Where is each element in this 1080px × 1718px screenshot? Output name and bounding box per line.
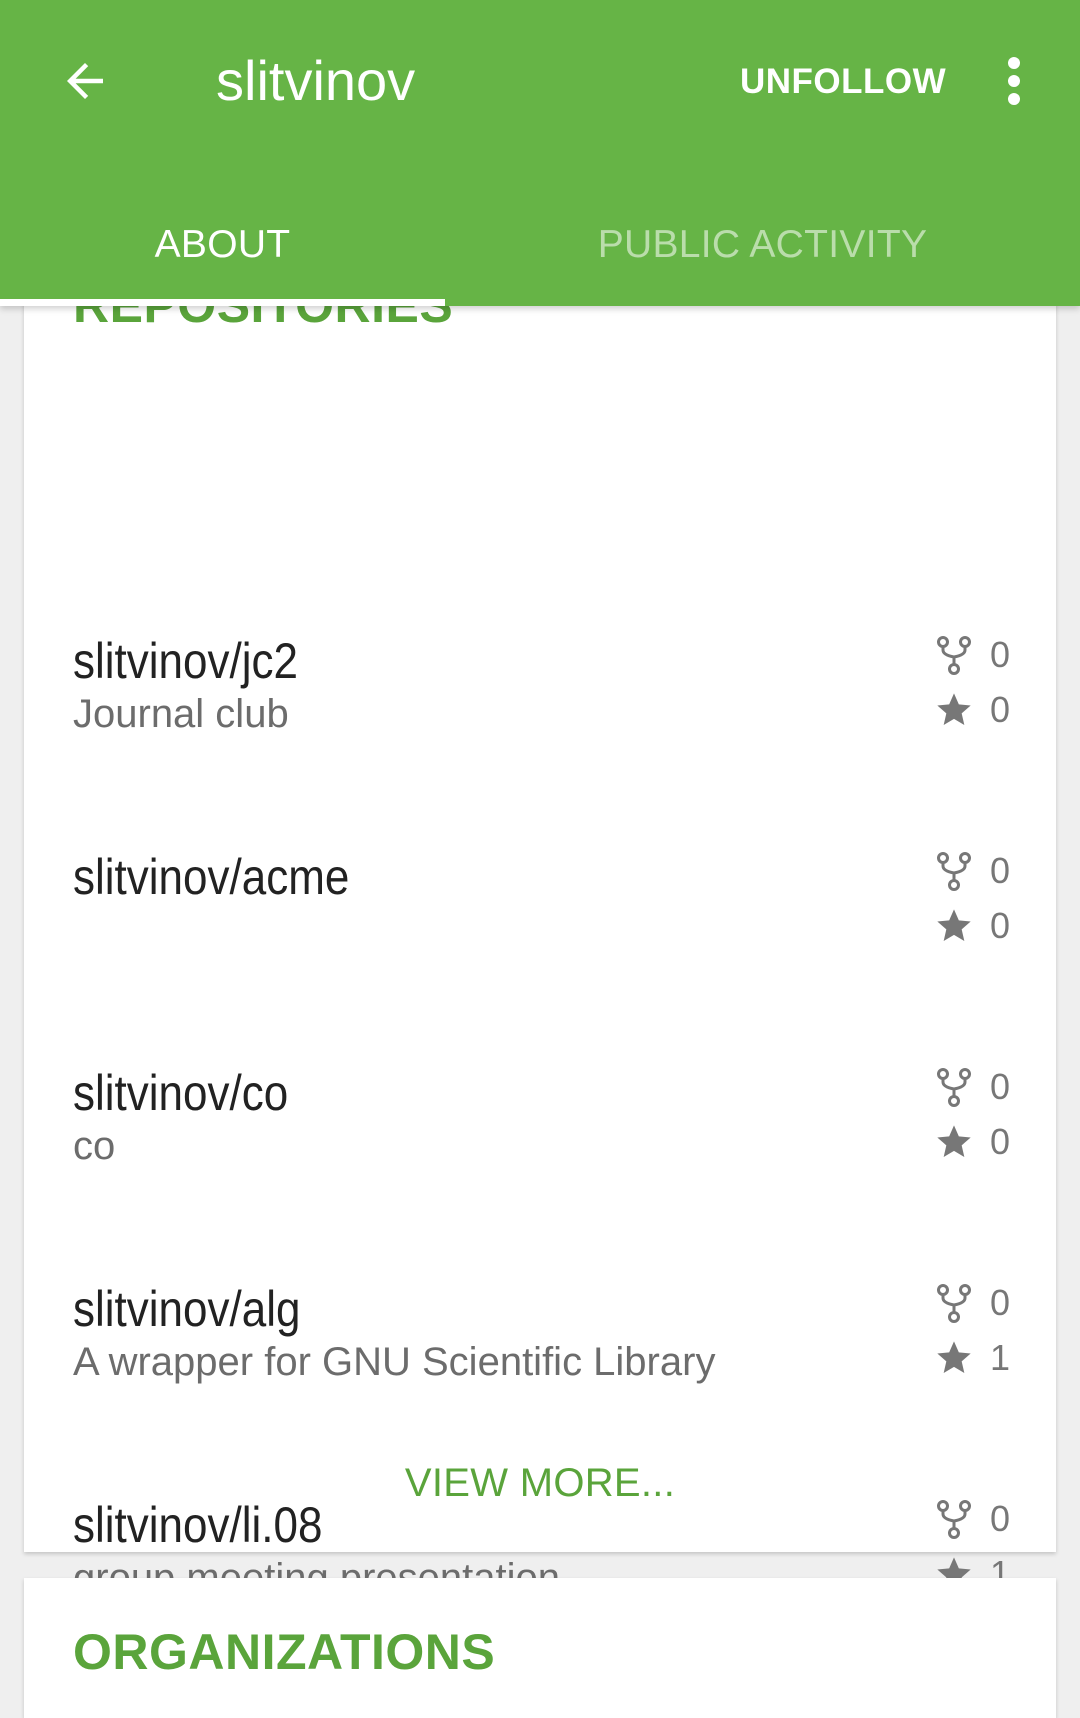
more-vert-icon	[1008, 57, 1020, 105]
repo-name: slitvinov/alg	[73, 1281, 301, 1337]
arrow-left-icon	[67, 63, 103, 99]
fork-icon	[932, 849, 976, 893]
star-icon	[932, 1336, 976, 1380]
star-count: 0	[932, 901, 1010, 951]
fork-icon	[932, 633, 976, 677]
repo-item[interactable]: slitvinov/jc2 Journal club 0 0	[24, 633, 1056, 842]
organizations-section-title: ORGANIZATIONS	[73, 1624, 496, 1680]
fork-count-value: 0	[990, 850, 1011, 891]
organizations-card: ORGANIZATIONS	[24, 1578, 1056, 1718]
app-bar: slitvinov UNFOLLOW ABOUT PUBLIC ACTIVITY	[0, 0, 1080, 306]
fork-icon	[932, 1281, 976, 1325]
repo-name: slitvinov/co	[73, 1065, 289, 1121]
repo-description: Journal club	[73, 692, 289, 736]
tab-bar: ABOUT PUBLIC ACTIVITY	[0, 184, 1080, 306]
tab-about-label: ABOUT	[154, 223, 291, 266]
repo-name: slitvinov/acme	[73, 849, 350, 905]
back-button[interactable]	[50, 46, 120, 116]
star-icon	[932, 904, 976, 948]
star-count-value: 1	[990, 1337, 1011, 1378]
tab-public-activity[interactable]: PUBLIC ACTIVITY	[445, 184, 1080, 306]
fork-count: 0	[932, 1278, 1010, 1328]
tab-public-activity-label: PUBLIC ACTIVITY	[597, 223, 928, 266]
star-icon	[932, 688, 976, 732]
repo-item[interactable]: slitvinov/co co 0 0	[24, 1065, 1056, 1274]
page-title: slitvinov	[216, 49, 416, 112]
star-count-value: 0	[990, 1121, 1011, 1162]
fork-count-value: 0	[990, 1066, 1011, 1107]
repositories-card: REPOSITORIES slitvinov/jc2 Journal club …	[24, 240, 1056, 1600]
fork-count-value: 0	[990, 1282, 1011, 1323]
tab-indicator	[0, 299, 445, 306]
fork-count: 0	[932, 846, 1010, 896]
overflow-menu-button[interactable]	[990, 46, 1038, 116]
repo-name: slitvinov/jc2	[73, 633, 298, 689]
fork-icon	[932, 1065, 976, 1109]
repo-item[interactable]: slitvinov/acme 0 0	[24, 849, 1056, 1058]
fork-count-value: 0	[990, 634, 1011, 675]
tab-about[interactable]: ABOUT	[0, 184, 445, 306]
star-count-value: 0	[990, 689, 1011, 730]
repo-description: A wrapper for GNU Scientific Library	[73, 1340, 716, 1384]
star-count: 0	[932, 1117, 1010, 1167]
star-count: 1	[932, 1333, 1010, 1383]
fork-count: 0	[932, 1062, 1010, 1112]
star-count-value: 0	[990, 905, 1011, 946]
star-icon	[932, 1120, 976, 1164]
unfollow-button[interactable]: UNFOLLOW	[740, 52, 946, 112]
view-more-button[interactable]: VIEW MORE...	[24, 1461, 1056, 1506]
fork-count: 0	[932, 630, 1010, 680]
repo-description: co	[73, 1124, 116, 1168]
star-count: 0	[932, 685, 1010, 735]
